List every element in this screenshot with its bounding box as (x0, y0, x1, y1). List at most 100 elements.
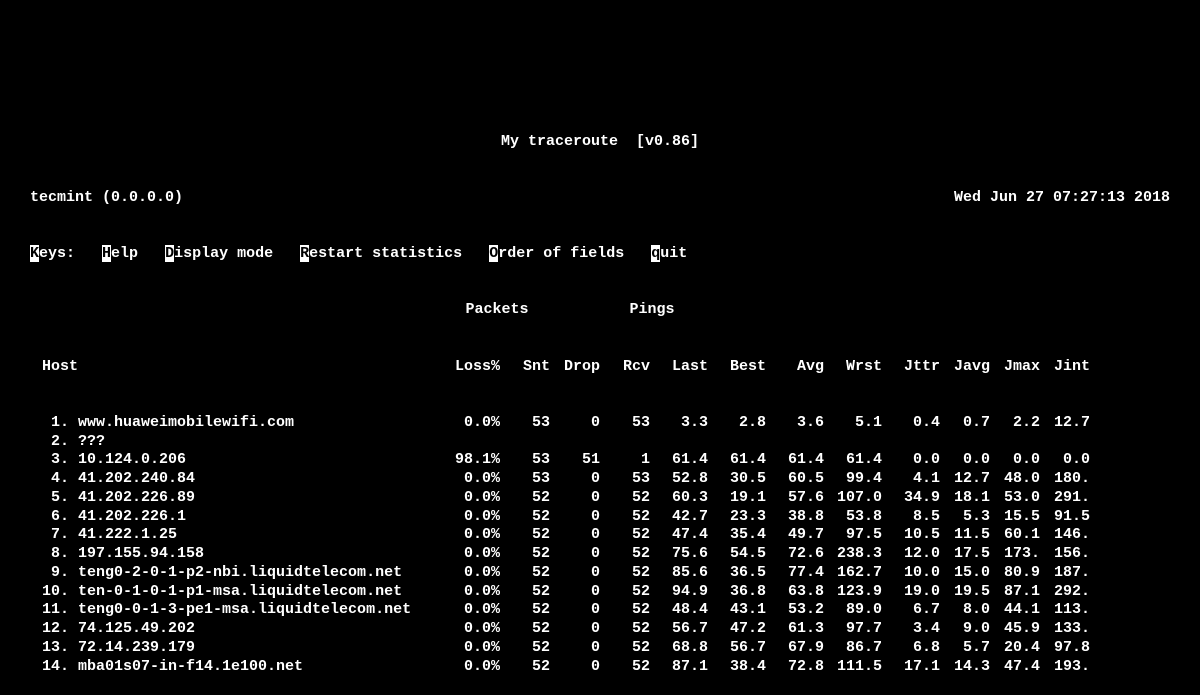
hop-rcv: 52 (600, 526, 650, 545)
hop-jint: 113. (1040, 601, 1090, 620)
hop-last: 85.6 (650, 564, 708, 583)
hop-jint: 180. (1040, 470, 1090, 489)
hop-snt: 52 (500, 601, 550, 620)
hop-row: 12. 74.125.49.2020.0%5205256.747.261.397… (30, 620, 1170, 639)
hop-rcv: 52 (600, 639, 650, 658)
col-best: Best (708, 358, 766, 377)
hop-row: 7. 41.222.1.250.0%5205247.435.449.797.51… (30, 526, 1170, 545)
hop-drop: 0 (550, 508, 600, 527)
hop-jint: 133. (1040, 620, 1090, 639)
hop-row: 14. mba01s07-in-f14.1e100.net0.0%5205287… (30, 658, 1170, 677)
hop-row: 4. 41.202.240.840.0%5305352.830.560.599.… (30, 470, 1170, 489)
hop-row: 8. 197.155.94.1580.0%5205275.654.572.623… (30, 545, 1170, 564)
hop-rcv: 52 (600, 601, 650, 620)
hop-jint: 292. (1040, 583, 1090, 602)
hop-avg: 38.8 (766, 508, 824, 527)
hop-last: 94.9 (650, 583, 708, 602)
restart-key[interactable]: R (300, 245, 309, 262)
hop-host: 12. 74.125.49.202 (30, 620, 442, 639)
hop-drop: 0 (550, 658, 600, 677)
hop-snt: 52 (500, 545, 550, 564)
col-javg: Javg (940, 358, 990, 377)
hop-jint: 91.5 (1040, 508, 1090, 527)
hop-last: 87.1 (650, 658, 708, 677)
hop-rcv: 52 (600, 489, 650, 508)
help-key[interactable]: H (102, 245, 111, 262)
hop-jmax: 48.0 (990, 470, 1040, 489)
hop-jttr: 3.4 (882, 620, 940, 639)
hop-drop: 0 (550, 470, 600, 489)
hop-jmax: 0.0 (990, 451, 1040, 470)
hop-snt: 52 (500, 658, 550, 677)
hop-host: 10. ten-0-1-0-1-p1-msa.liquidtelecom.net (30, 583, 442, 602)
hop-jttr: 12.0 (882, 545, 940, 564)
terminal-screen: My traceroute [v0.86] tecmint (0.0.0.0)W… (0, 0, 1200, 695)
quit-key[interactable]: q (651, 245, 660, 262)
hop-avg: 60.5 (766, 470, 824, 489)
col-last: Last (650, 358, 708, 377)
col-jint: Jint (1040, 358, 1090, 377)
hop-wrst: 97.7 (824, 620, 882, 639)
hop-wrst: 99.4 (824, 470, 882, 489)
hop-best: 23.3 (708, 508, 766, 527)
hop-jmax: 173. (990, 545, 1040, 564)
pings-header: Pings (622, 301, 682, 320)
hop-jttr: 10.5 (882, 526, 940, 545)
hop-loss: 0.0% (442, 564, 500, 583)
hop-best: 19.1 (708, 489, 766, 508)
hop-loss: 98.1% (442, 451, 500, 470)
timestamp: Wed Jun 27 07:27:13 2018 (954, 189, 1170, 208)
hop-wrst (824, 433, 882, 452)
hop-javg: 9.0 (940, 620, 990, 639)
hop-jint: 187. (1040, 564, 1090, 583)
hop-javg: 15.0 (940, 564, 990, 583)
hop-wrst: 53.8 (824, 508, 882, 527)
hop-drop: 0 (550, 564, 600, 583)
hop-wrst: 107.0 (824, 489, 882, 508)
hop-drop: 0 (550, 639, 600, 658)
hop-last: 60.3 (650, 489, 708, 508)
hop-best: 56.7 (708, 639, 766, 658)
hop-host: 3. 10.124.0.206 (30, 451, 442, 470)
hop-rcv: 52 (600, 583, 650, 602)
hop-best: 2.8 (708, 414, 766, 433)
hop-snt: 52 (500, 526, 550, 545)
hop-last: 3.3 (650, 414, 708, 433)
hop-best: 30.5 (708, 470, 766, 489)
hop-jttr: 10.0 (882, 564, 940, 583)
hop-jint: 291. (1040, 489, 1090, 508)
display-key[interactable]: D (165, 245, 174, 262)
col-host: Host (30, 358, 442, 377)
hop-host: 14. mba01s07-in-f14.1e100.net (30, 658, 442, 677)
hop-best: 35.4 (708, 526, 766, 545)
app-title: My traceroute (501, 133, 618, 150)
hop-jttr: 0.4 (882, 414, 940, 433)
hop-avg (766, 433, 824, 452)
hop-drop (550, 433, 600, 452)
hop-drop: 0 (550, 601, 600, 620)
hop-rcv: 1 (600, 451, 650, 470)
hop-jint: 12.7 (1040, 414, 1090, 433)
hop-jttr: 8.5 (882, 508, 940, 527)
hop-wrst: 89.0 (824, 601, 882, 620)
hop-best: 36.8 (708, 583, 766, 602)
hop-snt: 52 (500, 620, 550, 639)
hop-loss: 0.0% (442, 526, 500, 545)
hop-jttr: 17.1 (882, 658, 940, 677)
hop-jmax: 80.9 (990, 564, 1040, 583)
hop-javg: 14.3 (940, 658, 990, 677)
hop-javg: 12.7 (940, 470, 990, 489)
hop-wrst: 111.5 (824, 658, 882, 677)
hop-snt: 52 (500, 489, 550, 508)
hop-row: 5. 41.202.226.890.0%5205260.319.157.6107… (30, 489, 1170, 508)
hop-loss: 0.0% (442, 620, 500, 639)
hop-best: 38.4 (708, 658, 766, 677)
hop-row: 11. teng0-0-1-3-pe1-msa.liquidtelecom.ne… (30, 601, 1170, 620)
hop-avg: 67.9 (766, 639, 824, 658)
hop-avg: 72.6 (766, 545, 824, 564)
order-key[interactable]: O (489, 245, 498, 262)
hop-jttr: 19.0 (882, 583, 940, 602)
hop-best: 47.2 (708, 620, 766, 639)
hop-avg: 72.8 (766, 658, 824, 677)
hop-javg: 8.0 (940, 601, 990, 620)
